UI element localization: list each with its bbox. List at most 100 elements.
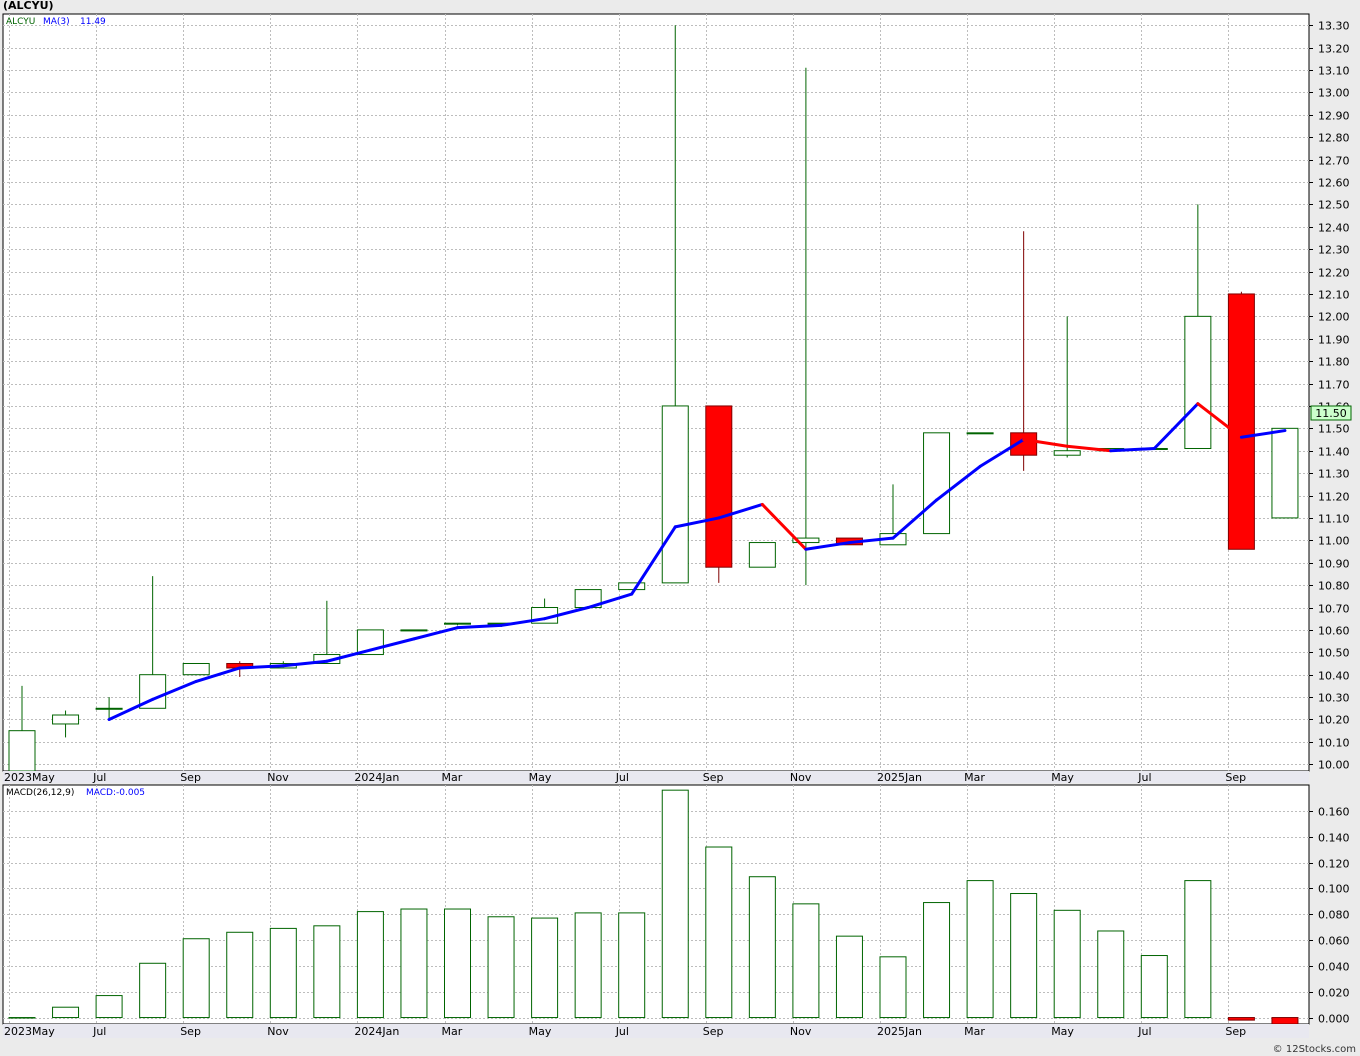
macd-bar-positive xyxy=(444,908,471,1019)
macd-bar-positive xyxy=(748,876,776,1019)
price-y-tick-label: 11.90 xyxy=(1318,334,1350,347)
candle-body-up xyxy=(400,629,428,632)
macd-y-tick-label: 0.080 xyxy=(1318,909,1350,922)
macd-bar-positive xyxy=(661,789,689,1019)
macd-bar-positive xyxy=(269,927,297,1019)
macd-bar-positive xyxy=(1140,955,1168,1019)
price-y-tick-label: 12.10 xyxy=(1318,289,1350,302)
macd-y-tick-label: 0.020 xyxy=(1318,987,1350,1000)
price-y-tick-label: 10.10 xyxy=(1318,737,1350,750)
macd-bar-positive xyxy=(400,908,428,1019)
macd-y-tick-label: 0.140 xyxy=(1318,832,1350,845)
price-y-tick-label: 13.10 xyxy=(1318,65,1350,78)
candle-body-up xyxy=(95,707,123,710)
price-x-tick-label: Sep xyxy=(180,771,201,784)
price-x-tick-label: Nov xyxy=(267,771,289,784)
price-x-tick-label: 2023May xyxy=(4,771,55,784)
macd-bar-positive xyxy=(182,938,210,1019)
macd-bar-positive xyxy=(835,935,863,1019)
candle-body-down xyxy=(1227,293,1255,550)
macd-bar-positive xyxy=(95,995,123,1019)
candle-body-up xyxy=(1184,315,1212,449)
macd-bar-positive xyxy=(226,931,254,1019)
macd-bar-positive xyxy=(1097,930,1125,1019)
price-y-tick-label: 10.00 xyxy=(1318,759,1350,772)
price-y-tick-label: 10.70 xyxy=(1318,603,1350,616)
price-y-tick-label: 12.00 xyxy=(1318,311,1350,324)
price-y-tick-label: 11.20 xyxy=(1318,491,1350,504)
price-y-tick-label: 12.70 xyxy=(1318,155,1350,168)
macd-x-tick-label: Mar xyxy=(964,1025,985,1038)
price-y-tick-label: 10.90 xyxy=(1318,558,1350,571)
price-x-tick-label: Sep xyxy=(1225,771,1246,784)
macd-y-tick-label: 0.040 xyxy=(1318,961,1350,974)
macd-bar-positive xyxy=(1053,909,1081,1019)
macd-bar-positive xyxy=(966,880,994,1019)
macd-legend-value: MACD:-0.005 xyxy=(86,788,145,798)
price-y-tick-label: 11.50 xyxy=(1318,423,1350,436)
macd-x-tick-label: Sep xyxy=(703,1025,724,1038)
candle-body-up xyxy=(52,714,80,725)
price-x-tick-label: May xyxy=(529,771,552,784)
price-y-tick-label: 12.60 xyxy=(1318,177,1350,190)
macd-x-tick-label: Jul xyxy=(615,1025,629,1038)
price-y-tick-label: 10.30 xyxy=(1318,692,1350,705)
price-x-tick-label: Jul xyxy=(1137,771,1151,784)
macd-bar-positive xyxy=(531,917,559,1019)
macd-bar-positive xyxy=(8,1017,36,1019)
price-x-tick-label: Jul xyxy=(615,771,629,784)
candle-body-up xyxy=(966,432,994,435)
macd-bar-positive xyxy=(792,903,820,1019)
macd-bar-positive xyxy=(487,916,515,1019)
candle-body-up xyxy=(8,730,36,772)
macd-x-tick-label: May xyxy=(1051,1025,1074,1038)
macd-bar-positive xyxy=(705,846,733,1019)
macd-x-tick-label: Jul xyxy=(92,1025,106,1038)
macd-legend-label: MACD(26,12,9) xyxy=(6,788,74,798)
price-x-tick-label: Mar xyxy=(964,771,985,784)
price-y-tick-label: 12.90 xyxy=(1318,110,1350,123)
price-y-tick-label: 11.00 xyxy=(1318,535,1350,548)
candle-body-up xyxy=(1053,450,1081,456)
macd-bar-positive xyxy=(356,911,384,1019)
price-x-tick-label: 2024Jan xyxy=(354,771,399,784)
price-x-tick-label: Sep xyxy=(703,771,724,784)
macd-bar-positive xyxy=(52,1006,80,1019)
macd-bar-positive xyxy=(879,956,907,1019)
candle-body-up xyxy=(444,622,471,625)
price-x-tick-label: 2025Jan xyxy=(877,771,922,784)
price-y-tick-label: 13.20 xyxy=(1318,43,1350,56)
price-y-tick-label: 10.40 xyxy=(1318,670,1350,683)
last-price-label: 11.50 xyxy=(1315,407,1347,420)
price-y-tick-label: 12.50 xyxy=(1318,199,1350,212)
macd-x-tick-label: May xyxy=(529,1025,552,1038)
macd-y-tick-label: 0.100 xyxy=(1318,883,1350,896)
candle-body-up xyxy=(661,405,689,584)
price-y-tick-label: 13.00 xyxy=(1318,87,1350,100)
macd-x-tick-label: 2024Jan xyxy=(354,1025,399,1038)
macd-bar-positive xyxy=(313,925,341,1019)
macd-y-tick-label: 0.000 xyxy=(1318,1013,1350,1026)
macd-bar-positive xyxy=(139,962,167,1019)
price-y-tick-label: 13.30 xyxy=(1318,20,1350,33)
macd-x-tick-label: Nov xyxy=(267,1025,289,1038)
price-y-tick-label: 12.20 xyxy=(1318,267,1350,280)
macd-x-tick-label: 2023May xyxy=(4,1025,55,1038)
price-y-tick-label: 11.40 xyxy=(1318,446,1350,459)
macd-x-tick-label: Mar xyxy=(442,1025,463,1038)
price-panel xyxy=(2,13,1310,772)
price-y-tick-label: 12.80 xyxy=(1318,132,1350,145)
macd-x-tick-label: Nov xyxy=(790,1025,812,1038)
price-y-tick-label: 12.30 xyxy=(1318,244,1350,257)
macd-y-axis: 0.000 0.020 0.040 0.060 0.080 0.100 0.120 0.140… xyxy=(1309,806,1350,1026)
candle-body-up xyxy=(748,542,776,568)
candle-body-up xyxy=(182,662,210,676)
price-y-tick-label: 12.40 xyxy=(1318,222,1350,235)
price-y-tick-label: 11.30 xyxy=(1318,468,1350,481)
price-x-axis: 2023May Jul Sep Nov 2024Jan Mar May Jul Sep Nov 20… xyxy=(4,771,1246,784)
price-x-tick-label: May xyxy=(1051,771,1074,784)
candle-body-up xyxy=(618,582,646,591)
price-y-tick-label: 10.50 xyxy=(1318,647,1350,660)
macd-x-tick-label: Sep xyxy=(180,1025,201,1038)
price-legend-ma-label: MA(3) xyxy=(43,17,70,27)
